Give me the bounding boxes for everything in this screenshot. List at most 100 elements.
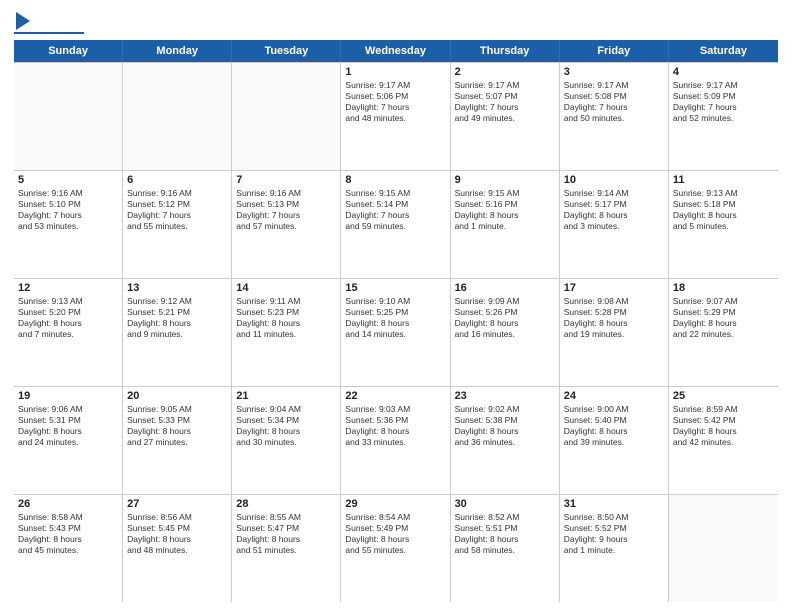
day-number: 1 [345,66,445,78]
day-number: 26 [18,498,118,510]
day-header-thursday: Thursday [451,40,560,62]
empty-cell [14,63,123,170]
day-number: 13 [127,282,227,294]
day-header-friday: Friday [560,40,669,62]
day-cell-4: 4Sunrise: 9:17 AM Sunset: 5:09 PM Daylig… [669,63,778,170]
day-cell-14: 14Sunrise: 9:11 AM Sunset: 5:23 PM Dayli… [232,279,341,386]
empty-cell [123,63,232,170]
day-number: 30 [455,498,555,510]
day-number: 28 [236,498,336,510]
day-info: Sunrise: 9:17 AM Sunset: 5:06 PM Dayligh… [345,80,445,124]
day-info: Sunrise: 8:55 AM Sunset: 5:47 PM Dayligh… [236,512,336,556]
day-number: 7 [236,174,336,186]
day-cell-22: 22 Sunrise: 9:03 AM Sunset: 5:36 PM Dayli… [341,387,450,494]
week-row-5: 26 Sunrise: 8:58 AM Sunset: 5:43 PM Dayli… [14,495,778,602]
page: SundayMondayTuesdayWednesdayThursdayFrid… [0,0,792,612]
day-cell-1: 1 Sunrise: 9:17 AM Sunset: 5:06 PM Daylig… [341,63,450,170]
day-info: Sunrise: 9:10 AM Sunset: 5:25 PM Dayligh… [345,296,445,340]
day-info: Sunrise: 9:13 AM Sunset: 5:20 PM Dayligh… [18,296,118,340]
day-info: Sunrise: 9:08 AM Sunset: 5:28 PM Dayligh… [564,296,664,340]
calendar: SundayMondayTuesdayWednesdayThursdayFrid… [14,40,778,602]
empty-cell [669,495,778,602]
day-number: 16 [455,282,555,294]
day-number: 18 [673,282,774,294]
day-info: Sunrise: 8:59 AM Sunset: 5:42 PM Dayligh… [673,404,774,448]
day-info: Sunrise: 9:15 AM Sunset: 5:16 PM Dayligh… [455,188,555,232]
day-number: 10 [564,174,664,186]
day-number: 23 [455,390,555,402]
day-cell-26: 26 Sunrise: 8:58 AM Sunset: 5:43 PM Dayli… [14,495,123,602]
day-cell-21: 21 Sunrise: 9:04 AM Sunset: 5:34 PM Dayli… [232,387,341,494]
day-header-saturday: Saturday [669,40,778,62]
day-cell-29: 29Sunrise: 8:54 AM Sunset: 5:49 PM Dayli… [341,495,450,602]
calendar-body: 1 Sunrise: 9:17 AM Sunset: 5:06 PM Daylig… [14,62,778,602]
day-cell-25: 25 Sunrise: 8:59 AM Sunset: 5:42 PM Dayli… [669,387,778,494]
day-number: 14 [236,282,336,294]
day-info: Sunrise: 9:17 AM Sunset: 5:08 PM Dayligh… [564,80,664,124]
day-cell-8: 8 Sunrise: 9:15 AM Sunset: 5:14 PM Daylig… [341,171,450,278]
logo-arrow-icon [16,12,30,30]
day-info: Sunrise: 8:54 AM Sunset: 5:49 PM Dayligh… [345,512,445,556]
day-info: Sunrise: 9:05 AM Sunset: 5:33 PM Dayligh… [127,404,227,448]
day-number: 25 [673,390,774,402]
day-info: Sunrise: 9:06 AM Sunset: 5:31 PM Dayligh… [18,404,118,448]
day-info: Sunrise: 8:58 AM Sunset: 5:43 PM Dayligh… [18,512,118,556]
day-cell-12: 12Sunrise: 9:13 AM Sunset: 5:20 PM Dayli… [14,279,123,386]
day-cell-2: 2 Sunrise: 9:17 AM Sunset: 5:07 PM Daylig… [451,63,560,170]
day-cell-16: 16Sunrise: 9:09 AM Sunset: 5:26 PM Dayli… [451,279,560,386]
day-cell-3: 3 Sunrise: 9:17 AM Sunset: 5:08 PM Daylig… [560,63,669,170]
day-number: 21 [236,390,336,402]
day-info: Sunrise: 9:13 AM Sunset: 5:18 PM Dayligh… [673,188,774,232]
day-cell-24: 24Sunrise: 9:00 AM Sunset: 5:40 PM Dayli… [560,387,669,494]
day-info: Sunrise: 9:07 AM Sunset: 5:29 PM Dayligh… [673,296,774,340]
week-row-2: 5 Sunrise: 9:16 AM Sunset: 5:10 PM Daylig… [14,171,778,279]
day-info: Sunrise: 8:50 AM Sunset: 5:52 PM Dayligh… [564,512,664,556]
day-info: Sunrise: 8:52 AM Sunset: 5:51 PM Dayligh… [455,512,555,556]
day-cell-15: 15 Sunrise: 9:10 AM Sunset: 5:25 PM Dayli… [341,279,450,386]
day-number: 2 [455,66,555,78]
day-cell-13: 13 Sunrise: 9:12 AM Sunset: 5:21 PM Dayli… [123,279,232,386]
day-cell-11: 11 Sunrise: 9:13 AM Sunset: 5:18 PM Dayli… [669,171,778,278]
logo-line [14,32,84,34]
day-cell-7: 7 Sunrise: 9:16 AM Sunset: 5:13 PM Daylig… [232,171,341,278]
day-info: Sunrise: 9:17 AM Sunset: 5:09 PM Dayligh… [673,80,774,124]
day-cell-28: 28 Sunrise: 8:55 AM Sunset: 5:47 PM Dayli… [232,495,341,602]
day-number: 20 [127,390,227,402]
day-cell-9: 9Sunrise: 9:15 AM Sunset: 5:16 PM Daylig… [451,171,560,278]
day-number: 19 [18,390,118,402]
day-header-sunday: Sunday [14,40,123,62]
week-row-3: 12Sunrise: 9:13 AM Sunset: 5:20 PM Dayli… [14,279,778,387]
empty-cell [232,63,341,170]
day-info: Sunrise: 9:16 AM Sunset: 5:10 PM Dayligh… [18,188,118,232]
day-info: Sunrise: 9:04 AM Sunset: 5:34 PM Dayligh… [236,404,336,448]
day-number: 8 [345,174,445,186]
day-number: 22 [345,390,445,402]
day-info: Sunrise: 9:17 AM Sunset: 5:07 PM Dayligh… [455,80,555,124]
week-row-4: 19 Sunrise: 9:06 AM Sunset: 5:31 PM Dayli… [14,387,778,495]
day-cell-31: 31 Sunrise: 8:50 AM Sunset: 5:52 PM Dayli… [560,495,669,602]
day-info: Sunrise: 9:03 AM Sunset: 5:36 PM Dayligh… [345,404,445,448]
day-number: 6 [127,174,227,186]
day-header-monday: Monday [123,40,232,62]
day-number: 5 [18,174,118,186]
calendar-header: SundayMondayTuesdayWednesdayThursdayFrid… [14,40,778,62]
day-cell-20: 20 Sunrise: 9:05 AM Sunset: 5:33 PM Dayli… [123,387,232,494]
logo [14,12,84,34]
day-cell-10: 10 Sunrise: 9:14 AM Sunset: 5:17 PM Dayli… [560,171,669,278]
day-number: 17 [564,282,664,294]
day-info: Sunrise: 9:15 AM Sunset: 5:14 PM Dayligh… [345,188,445,232]
day-header-tuesday: Tuesday [232,40,341,62]
day-cell-27: 27 Sunrise: 8:56 AM Sunset: 5:45 PM Dayli… [123,495,232,602]
day-number: 3 [564,66,664,78]
day-number: 31 [564,498,664,510]
day-info: Sunrise: 8:56 AM Sunset: 5:45 PM Dayligh… [127,512,227,556]
day-header-wednesday: Wednesday [341,40,450,62]
day-cell-19: 19 Sunrise: 9:06 AM Sunset: 5:31 PM Dayli… [14,387,123,494]
day-info: Sunrise: 9:16 AM Sunset: 5:13 PM Dayligh… [236,188,336,232]
day-number: 11 [673,174,774,186]
day-number: 27 [127,498,227,510]
day-info: Sunrise: 9:12 AM Sunset: 5:21 PM Dayligh… [127,296,227,340]
day-number: 15 [345,282,445,294]
day-cell-30: 30 Sunrise: 8:52 AM Sunset: 5:51 PM Dayli… [451,495,560,602]
day-info: Sunrise: 9:14 AM Sunset: 5:17 PM Dayligh… [564,188,664,232]
